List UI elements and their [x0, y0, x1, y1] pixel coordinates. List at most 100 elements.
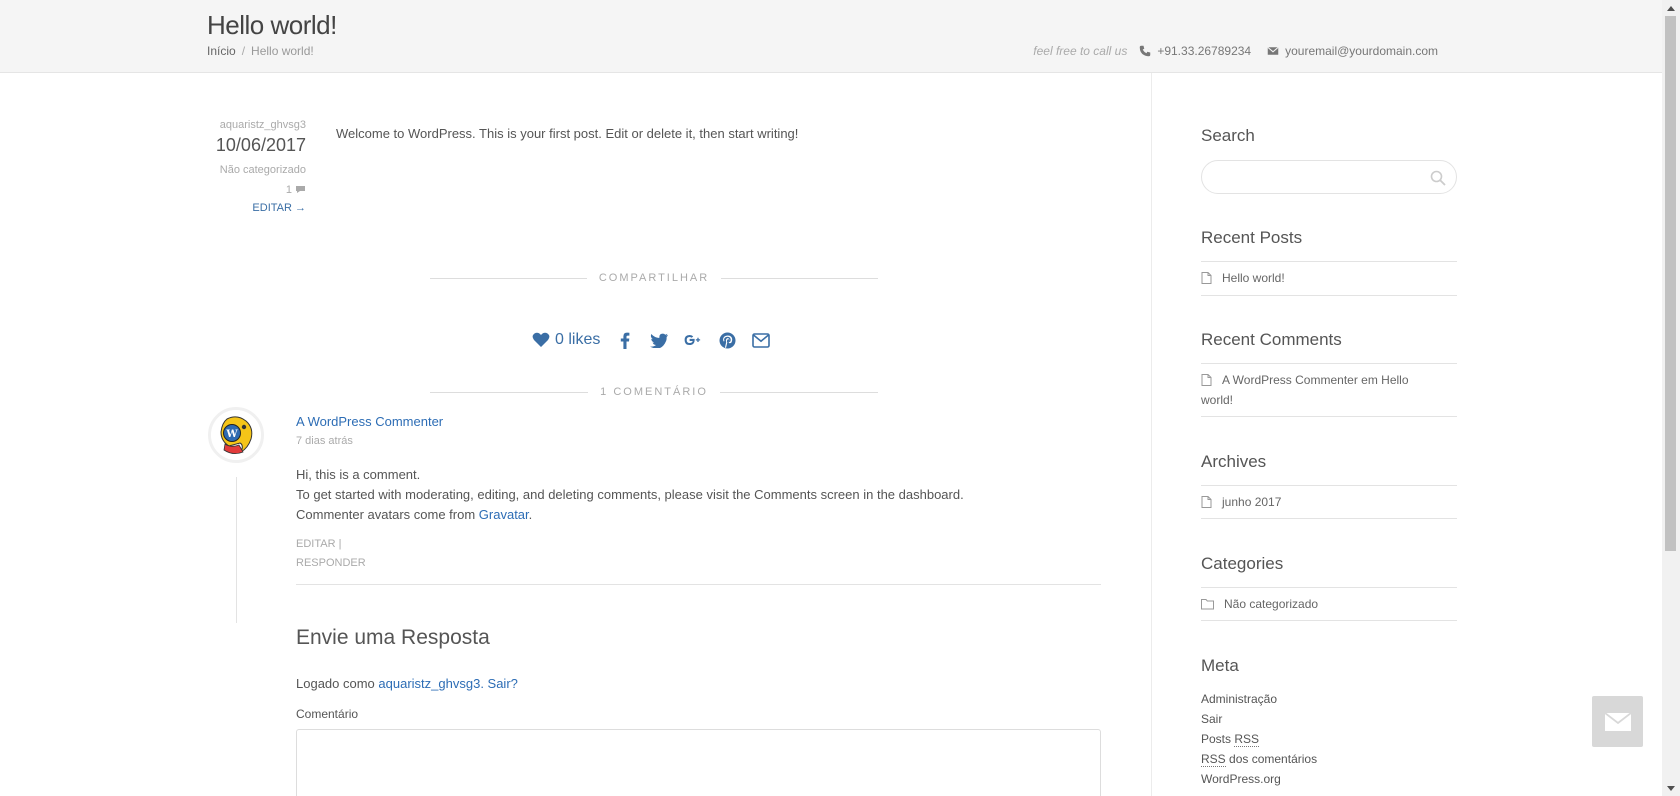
divider-line — [430, 391, 589, 393]
archive-link[interactable]: junho 2017 — [1222, 495, 1281, 509]
mail-fab-icon — [1604, 712, 1631, 731]
phone-icon — [1140, 45, 1151, 57]
contact-info: feel free to call us +91.33.26789234 you… — [1033, 44, 1438, 58]
page-scrollbar[interactable] — [1662, 0, 1680, 796]
recent-comment-link-cont[interactable]: world! — [1201, 393, 1233, 407]
post-author-link[interactable]: aquaristz_ghvsg3 — [186, 119, 306, 131]
gravatar-link[interactable]: Gravatar — [479, 507, 529, 522]
scrollbar-thumb[interactable] — [1665, 16, 1676, 551]
document-icon — [1201, 496, 1212, 508]
svg-text:W: W — [225, 429, 238, 440]
twitter-icon — [650, 333, 669, 348]
category-item[interactable]: Não categorizado — [1201, 594, 1457, 614]
meta-posts-rss-link[interactable]: Posts RSS — [1201, 732, 1260, 747]
divider-line — [719, 391, 879, 393]
widget-rule — [1201, 485, 1457, 486]
posts-rss-prefix: Posts — [1201, 732, 1232, 746]
comment-field-label: Comentário — [296, 707, 359, 721]
category-link[interactable]: Não categorizado — [1224, 597, 1318, 611]
scroll-down-arrow-icon[interactable] — [1666, 783, 1676, 793]
widget-rule — [1201, 518, 1457, 519]
divider-line — [721, 277, 879, 279]
meta-wordpress-link[interactable]: WordPress.org — [1201, 772, 1281, 786]
rss-abbr: RSS — [1201, 752, 1226, 767]
search-input[interactable] — [1201, 160, 1457, 194]
comment-line: Hi, this is a comment. — [296, 467, 421, 482]
comment-thread-line — [236, 477, 237, 623]
contact-float-button[interactable] — [1592, 696, 1643, 747]
comment-line: To get started with moderating, editing,… — [296, 487, 964, 502]
google-plus-share-button[interactable] — [684, 331, 702, 349]
share-divider: COMPARTILHAR — [430, 271, 879, 285]
recent-post-link[interactable]: Hello world! — [1222, 271, 1285, 285]
comment-author-link[interactable]: A WordPress Commenter — [296, 414, 443, 429]
comment-textarea[interactable] — [296, 729, 1101, 796]
comment-body: Hi, this is a comment. To get started wi… — [296, 465, 964, 525]
comment-line-suffix: . — [528, 507, 533, 522]
comment-count-value: 1 — [285, 184, 292, 196]
comment-separator — [296, 584, 1101, 585]
post-content: Welcome to WordPress. This is your first… — [336, 126, 799, 141]
facebook-icon — [621, 332, 630, 349]
scroll-up-arrow-icon[interactable] — [1666, 3, 1676, 13]
meta-comments-rss-link[interactable]: RSS dos comentários — [1201, 752, 1318, 767]
archives-title: Archives — [1201, 452, 1267, 471]
meta-admin-link[interactable]: Administração — [1201, 692, 1277, 706]
share-heading: COMPARTILHAR — [598, 272, 710, 284]
search-widget-title: Search — [1201, 126, 1255, 145]
widget-rule — [1201, 295, 1457, 296]
widget-rule — [1201, 261, 1457, 262]
google-plus-icon — [684, 334, 701, 346]
page-title-bar: Hello world! Início / Hello world! feel fr… — [0, 0, 1662, 73]
contact-tagline: feel free to call us — [1033, 44, 1128, 58]
document-icon — [1201, 374, 1212, 386]
comments-heading: 1 COMENTÁRIO — [600, 386, 708, 398]
archive-item[interactable]: junho 2017 — [1201, 492, 1457, 512]
search-icon[interactable] — [1430, 170, 1446, 186]
widget-rule — [1201, 587, 1457, 588]
reply-form-title: Envie uma Resposta — [296, 626, 490, 649]
post-edit-link[interactable]: EDITAR → — [186, 202, 306, 214]
widget-rule — [1201, 363, 1457, 364]
pinterest-icon — [719, 332, 736, 348]
recent-posts-title: Recent Posts — [1201, 228, 1303, 247]
recent-comment-link[interactable]: A WordPress Commenter em Hello — [1222, 373, 1409, 387]
like-button[interactable]: 0 likes — [532, 331, 600, 349]
breadcrumb-current: Hello world! — [251, 44, 314, 58]
categories-title: Categories — [1201, 554, 1284, 573]
comments-rss-suffix: dos comentários — [1229, 752, 1318, 766]
envelope-icon — [1267, 46, 1279, 55]
recent-comment-item[interactable]: A WordPress Commenter em Hello world! — [1201, 370, 1457, 410]
post-date: 10/06/2017 — [215, 135, 306, 155]
facebook-share-button[interactable] — [616, 331, 634, 349]
profile-link[interactable]: aquaristz_ghvsg3 — [378, 676, 480, 691]
recent-comments-title: Recent Comments — [1201, 330, 1342, 349]
comment-reply-link[interactable]: RESPONDER — [296, 557, 366, 569]
meta-logout-link[interactable]: Sair — [1201, 712, 1222, 726]
post-meta: aquaristz_ghvsg3 10/06/2017 Não categori… — [186, 119, 306, 214]
comment-line: Commenter avatars come from Gravatar. — [296, 505, 964, 525]
avatar-image: W — [211, 410, 261, 460]
widget-rule — [1201, 620, 1457, 621]
comment-timestamp[interactable]: 7 dias atrás — [296, 435, 353, 447]
pinterest-share-button[interactable] — [718, 331, 736, 349]
widget-rule — [1201, 416, 1457, 417]
breadcrumb-home-link[interactable]: Início — [207, 44, 236, 58]
post-category-link[interactable]: Não categorizado — [186, 164, 306, 176]
comment-edit-link[interactable]: EDITAR | — [296, 538, 341, 550]
likes-count: 0 likes — [555, 331, 601, 348]
post-comment-count[interactable]: 1 — [186, 184, 306, 196]
contact-email-link[interactable]: youremail@yourdomain.com — [1285, 44, 1438, 58]
twitter-share-button[interactable] — [650, 331, 669, 349]
breadcrumb-separator: / — [241, 44, 246, 58]
document-icon — [1201, 272, 1212, 284]
logout-link[interactable]: . Sair? — [480, 676, 518, 691]
comment-icon — [296, 186, 305, 193]
meta-title: Meta — [1201, 656, 1239, 675]
rss-abbr: RSS — [1234, 732, 1260, 747]
divider-line — [430, 277, 587, 279]
email-share-button[interactable] — [752, 331, 771, 349]
folder-icon — [1201, 599, 1214, 610]
commenter-avatar: W — [208, 407, 264, 463]
recent-post-item[interactable]: Hello world! — [1201, 268, 1457, 288]
